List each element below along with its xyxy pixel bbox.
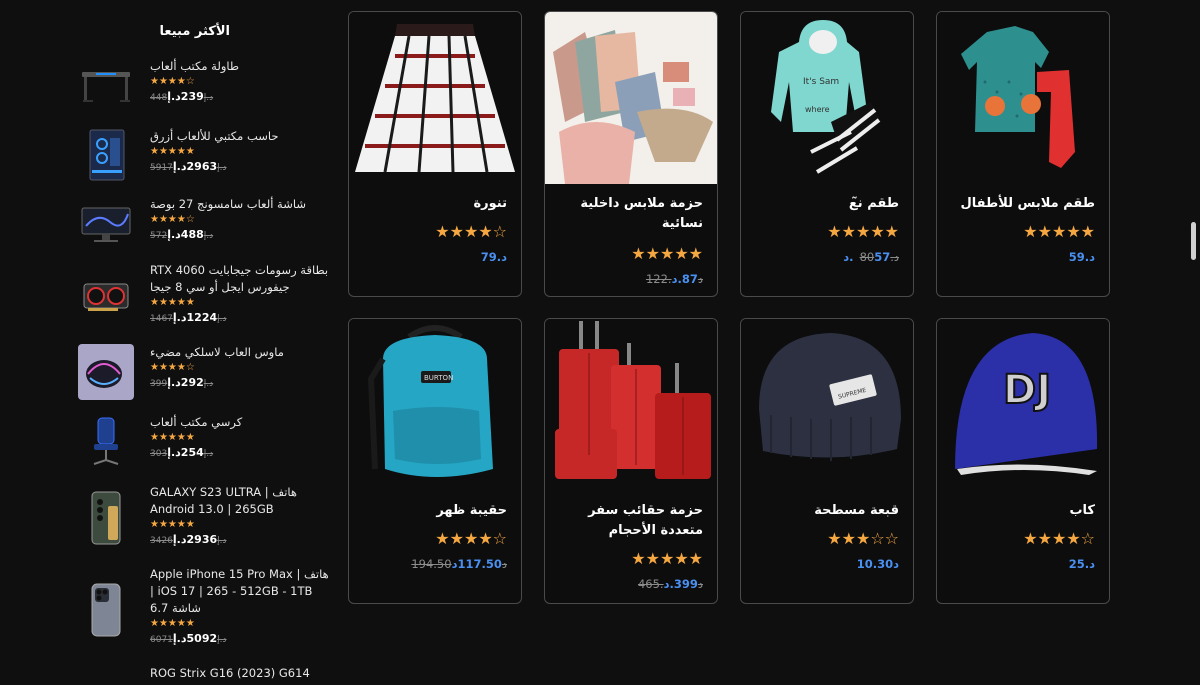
sidebar-item-name[interactable]: كرسي مكتب ألعاب xyxy=(150,414,330,431)
rating-stars: ★★★★☆ xyxy=(435,529,507,548)
rating-stars: ★★★★★ xyxy=(631,244,703,263)
new-price: 488د.إ xyxy=(167,228,204,241)
sidebar-item-name[interactable]: شاشة ألعاب سامسونج 27 بوصة xyxy=(150,196,330,213)
sidebar-item-gpu[interactable]: بطاقة رسومات جيجابايت RTX 4060 جيفورس اي… xyxy=(78,262,328,332)
rating-stars: ★★★★★ xyxy=(150,519,195,530)
new-price: 2963د.إ xyxy=(172,160,218,173)
new-price: 25.د xyxy=(1068,557,1095,571)
sidebar-item-name[interactable]: بطاقة رسومات جيجابايت RTX 4060 جيفورس اي… xyxy=(150,262,330,296)
sidebar-item-name[interactable]: ماوس العاب لاسلكي مضيء xyxy=(150,344,330,361)
rating-stars: ★★★★★ xyxy=(631,549,703,568)
rating-stars: ★★★★☆ xyxy=(150,362,195,373)
new-price: 1224د.إ xyxy=(172,311,218,324)
luggage-image[interactable] xyxy=(545,319,717,491)
product-title[interactable]: قبعة مسطحة xyxy=(749,501,899,521)
product-card-skirt[interactable]: تنورة ★★★★☆ 79.د xyxy=(348,11,522,297)
gpu-image[interactable] xyxy=(78,268,134,324)
svg-text:where: where xyxy=(805,105,830,114)
product-card-baby-outfit[interactable]: It's Sam where طقم ن̃ع ★★★★★ د.8057.د xyxy=(740,11,914,297)
product-title[interactable]: حزمة ملابس داخلية نسائية xyxy=(553,194,703,234)
new-price: 399.د xyxy=(663,577,698,591)
sidebar-item-chair[interactable]: كرسي مكتب ألعاب ★★★★★ 303د.إ254د.إ xyxy=(78,414,328,474)
product-title[interactable]: طقم ملابس للأطفال xyxy=(945,194,1095,214)
sidebar-item-name[interactable]: طاولة مكتب ألعاب xyxy=(150,58,330,75)
rating-stars: ★★★★☆ xyxy=(435,222,507,241)
desk-image[interactable] xyxy=(78,58,134,114)
rating-stars: ★★★★★ xyxy=(827,222,899,241)
rating-stars: ★★★★★ xyxy=(1023,222,1095,241)
sidebar-title: الأكثر مبيعا xyxy=(159,24,231,39)
chair-image[interactable] xyxy=(78,414,134,470)
product-title[interactable]: كاب xyxy=(945,501,1095,521)
pc-image[interactable] xyxy=(78,128,134,184)
kids-outfit-image[interactable] xyxy=(937,12,1109,184)
product-card-cap[interactable]: DJ كاب ★★★★☆ 25.د xyxy=(936,318,1110,604)
product-card-underwear[interactable]: حزمة ملابس داخلية نسائية ★★★★★ 122.د87.د xyxy=(544,11,718,297)
sidebar-item-monitor[interactable]: شاشة ألعاب سامسونج 27 بوصة ★★★★☆ 572د.إ4… xyxy=(78,196,328,256)
new-price: 59.د xyxy=(1068,250,1095,264)
phone-image[interactable] xyxy=(78,490,134,546)
new-price: 5092د.إ xyxy=(172,632,218,645)
skirt-image[interactable] xyxy=(349,12,521,184)
mouse-image[interactable] xyxy=(78,344,134,400)
sidebar-item-name[interactable]: هاتف GALAXY S23 ULTRA | Android 13.0 | 2… xyxy=(150,484,330,518)
rating-stars: ★★★★★ xyxy=(150,432,195,443)
best-sellers-sidebar: الأكثر مبيعا طاولة مكتب ألعاب ★★★★☆ 448د… xyxy=(70,0,335,680)
product-title[interactable]: حقيبة ظهر xyxy=(357,501,507,521)
sidebar-item-name[interactable]: هاتف Apple iPhone 15 Pro Max | iOS 17 | … xyxy=(150,566,330,617)
page-scrollbar[interactable] xyxy=(1191,222,1196,260)
sidebar-item-rog[interactable]: ROG Strix G16 (2023) G614 xyxy=(78,665,328,685)
iphone-image[interactable] xyxy=(78,582,134,638)
backpack-image[interactable]: BURTON xyxy=(349,319,521,491)
sidebar-item-desk[interactable]: طاولة مكتب ألعاب ★★★★☆ 448د.إ239د.إ xyxy=(78,58,328,118)
rating-stars: ★★★★☆ xyxy=(150,214,195,225)
underwear-image[interactable] xyxy=(545,12,717,184)
product-card-kids-outfit[interactable]: طقم ملابس للأطفال ★★★★★ 59.د xyxy=(936,11,1110,297)
cap-image[interactable]: DJ xyxy=(937,319,1109,491)
product-title[interactable]: تنورة xyxy=(357,194,508,214)
rating-stars: ★★★★☆ xyxy=(1023,529,1095,548)
rating-stars: ★★★★☆ xyxy=(150,76,195,87)
svg-text:DJ: DJ xyxy=(1003,367,1051,413)
new-price: 10.30د xyxy=(856,557,899,571)
new-price: 79.د xyxy=(480,250,507,264)
product-card-backpack[interactable]: BURTON حقيبة ظهر ★★★★☆ 194.50د117.50د xyxy=(348,318,522,604)
new-price: 254د.إ xyxy=(167,446,204,459)
sidebar-item-galaxy[interactable]: هاتف GALAXY S23 ULTRA | Android 13.0 | 2… xyxy=(78,484,328,554)
product-title[interactable]: حزمة حقائب سفر متعددة الأحجام xyxy=(553,501,703,541)
sidebar-item-name[interactable]: ROG Strix G16 (2023) G614 xyxy=(150,665,330,682)
new-price: 117.50د xyxy=(451,557,502,571)
svg-text:BURTON: BURTON xyxy=(424,374,453,382)
svg-text:It's Sam: It's Sam xyxy=(803,77,839,87)
rating-stars: ★★★★★ xyxy=(150,297,195,308)
product-card-luggage[interactable]: حزمة حقائب سفر متعددة الأحجام ★★★★★ 465.… xyxy=(544,318,718,604)
monitor-image[interactable] xyxy=(78,196,134,252)
new-price: 239د.إ xyxy=(167,90,204,103)
rating-stars: ★★★★★ xyxy=(150,146,195,157)
sidebar-item-mouse[interactable]: ماوس العاب لاسلكي مضيء ★★★★☆ 399د.إ292د.… xyxy=(78,344,328,404)
rating-stars: ★★★★★ xyxy=(150,618,195,629)
sidebar-item-iphone[interactable]: هاتف Apple iPhone 15 Pro Max | iOS 17 | … xyxy=(78,566,330,654)
new-price: 87.د xyxy=(671,272,698,286)
beanie-image[interactable]: SUPREME xyxy=(741,319,913,491)
sidebar-item-name[interactable]: حاسب مكتبي للألعاب أزرق xyxy=(150,128,330,145)
baby-outfit-image[interactable]: It's Sam where xyxy=(741,12,913,184)
sidebar-item-pc[interactable]: حاسب مكتبي للألعاب أزرق ★★★★★ 5917د.إ296… xyxy=(78,128,328,188)
product-title[interactable]: طقم ن̃ع xyxy=(749,194,899,214)
new-price: 292د.إ xyxy=(167,376,204,389)
new-price: 2936د.إ xyxy=(172,533,218,546)
rating-stars: ★★★☆☆ xyxy=(827,529,899,548)
product-card-beanie[interactable]: SUPREME قبعة مسطحة ★★★☆☆ 10.30د xyxy=(740,318,914,604)
